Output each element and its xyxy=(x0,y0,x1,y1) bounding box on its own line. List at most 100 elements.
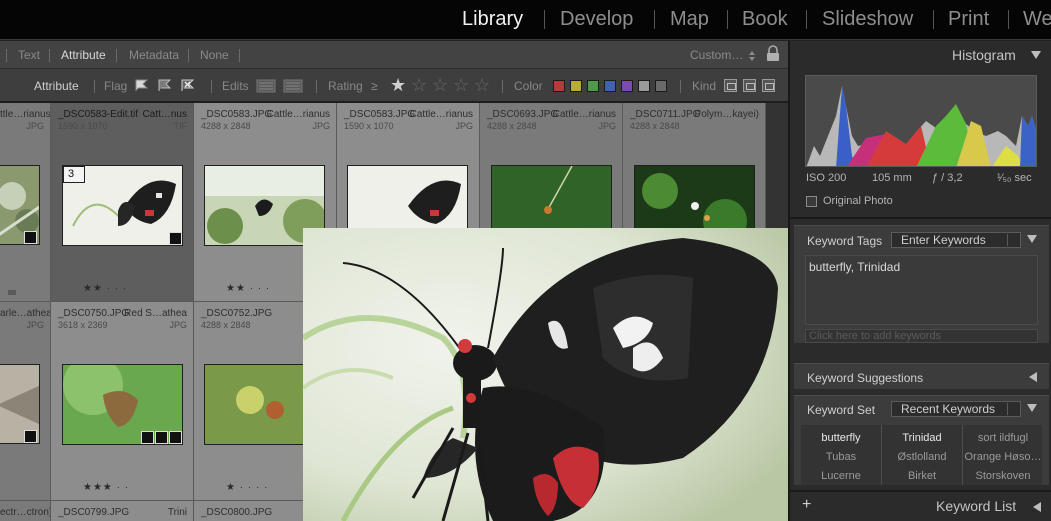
photo-thumbnail[interactable] xyxy=(0,364,40,444)
panel-expand-icon[interactable] xyxy=(1029,372,1037,382)
keyword-set-item[interactable]: sort ildfugl xyxy=(963,432,1043,444)
keyword-set-item[interactable]: Trinidad xyxy=(882,432,962,444)
module-map[interactable]: Map xyxy=(670,8,709,31)
keyword-badge-icon[interactable] xyxy=(141,431,154,444)
develop-badge-icon[interactable] xyxy=(169,431,182,444)
keyword-tags-title[interactable]: Keyword Tags xyxy=(807,234,882,248)
file-name: arle…athea xyxy=(0,308,51,319)
color-swatch-blue[interactable] xyxy=(604,80,616,92)
histogram[interactable] xyxy=(805,75,1037,167)
rating-operator[interactable]: ≥ xyxy=(371,79,378,93)
grid-cell[interactable]: ectr…ctron) xyxy=(0,501,51,521)
histogram-title[interactable]: Histogram xyxy=(952,47,1016,63)
grid-cell[interactable]: arle…athea JPG xyxy=(0,302,51,501)
keyword-set-item[interactable]: Birket xyxy=(882,470,962,482)
module-separator xyxy=(933,10,934,29)
color-swatch-green[interactable] xyxy=(587,80,599,92)
file-name: _DSC0583.JPG xyxy=(344,109,416,120)
keyword-badge-icon[interactable] xyxy=(24,231,37,244)
file-extension: JPG xyxy=(169,320,187,330)
keyword-set-dropdown[interactable]: Recent Keywords xyxy=(891,401,1021,417)
keyword-suggestions-title[interactable]: Keyword Suggestions xyxy=(807,371,923,385)
keyword-set-title[interactable]: Keyword Set xyxy=(807,403,875,417)
keyword-entry-mode-dropdown[interactable]: Enter Keywords xyxy=(891,232,1021,248)
file-name: _DSC0800.JPG xyxy=(201,507,273,518)
file-caption: Cattle…rianus xyxy=(552,109,616,120)
grid-cell[interactable]: _DSC0750.JPG Red S…athea 3618 x 2369 JPG… xyxy=(51,302,194,501)
keyword-badge-icon[interactable] xyxy=(24,430,37,443)
file-caption: Cattle…rianus xyxy=(409,109,473,120)
color-swatch-yellow[interactable] xyxy=(570,80,582,92)
color-swatch-none[interactable] xyxy=(655,80,667,92)
rating-stars[interactable]: ★★★ · · xyxy=(83,482,129,493)
keyword-set-item[interactable]: Lucerne xyxy=(801,470,881,482)
module-web[interactable]: We xyxy=(1023,8,1051,31)
add-keyword-icon[interactable]: + xyxy=(802,496,811,514)
divider xyxy=(94,80,95,93)
crop-badge-icon[interactable] xyxy=(155,431,168,444)
keyword-set-item[interactable]: Østlolland xyxy=(882,451,962,463)
module-separator xyxy=(1008,10,1009,29)
module-slideshow[interactable]: Slideshow xyxy=(822,8,913,31)
panel-expand-icon[interactable] xyxy=(1033,502,1041,512)
photo-thumbnail[interactable] xyxy=(0,165,40,245)
photo-thumbnail[interactable] xyxy=(62,364,183,445)
color-swatch-purple[interactable] xyxy=(621,80,633,92)
grid-cell[interactable]: _DSC0799.JPG Trini xyxy=(51,501,194,521)
file-extension: TIF xyxy=(173,121,188,131)
thumbnail-handle xyxy=(8,290,16,295)
keyword-set-item[interactable]: Storskoven xyxy=(963,470,1043,482)
unedited-icon[interactable] xyxy=(283,79,303,93)
filter-preset-dropdown[interactable]: Custom… xyxy=(690,48,743,62)
keyword-set-item[interactable]: Tubas xyxy=(801,451,881,463)
module-print[interactable]: Print xyxy=(948,8,989,31)
module-separator xyxy=(806,10,807,29)
file-name: _DSC0693.JPG xyxy=(487,109,559,120)
rating-stars[interactable]: ★ · · · · xyxy=(226,482,268,493)
add-keyword-input[interactable]: Click here to add keywords xyxy=(805,329,1038,343)
rating-stars[interactable]: ★★ · · · xyxy=(83,283,127,294)
file-dimensions: 1590 x 1070 xyxy=(344,121,394,131)
flag-picked-icon[interactable] xyxy=(134,76,151,93)
kind-virtual-copy-icon[interactable] xyxy=(743,79,756,92)
star-icon[interactable]: ☆ xyxy=(432,76,448,94)
flag-unflagged-icon[interactable] xyxy=(157,76,174,93)
keyword-set-item[interactable]: butterfly xyxy=(801,432,881,444)
filter-tab-none[interactable]: None xyxy=(200,48,229,62)
file-dimensions: 4288 x 2848 xyxy=(201,320,251,330)
panel-collapse-icon[interactable] xyxy=(1031,51,1041,59)
filter-tab-attribute[interactable]: Attribute xyxy=(61,48,106,62)
filter-tab-text[interactable]: Text xyxy=(18,48,40,62)
star-icon[interactable]: ☆ xyxy=(474,76,490,94)
keyword-list-title[interactable]: Keyword List xyxy=(936,498,1016,514)
file-extension: JPG xyxy=(455,121,473,131)
divider xyxy=(316,80,317,93)
kind-video-icon[interactable] xyxy=(762,79,775,92)
color-swatch-other[interactable] xyxy=(638,80,650,92)
edited-icon[interactable] xyxy=(256,79,276,93)
kind-master-icon[interactable] xyxy=(724,79,737,92)
panel-collapse-icon[interactable] xyxy=(1027,404,1037,412)
module-library[interactable]: Library xyxy=(462,8,523,31)
keyword-tags-panel: Keyword Tags Enter Keywords butterfly, T… xyxy=(794,225,1049,343)
original-photo-checkbox[interactable] xyxy=(806,196,817,207)
filter-tab-metadata[interactable]: Metadata xyxy=(129,48,179,62)
focal-length-readout: 105 mm xyxy=(872,172,912,184)
lock-icon[interactable] xyxy=(766,45,780,62)
flag-rejected-icon[interactable] xyxy=(180,76,197,93)
grid-cell-selected[interactable]: _DSC0583-Edit.tif Catt…nus 1590 x 1070 T… xyxy=(51,103,194,302)
module-develop[interactable]: Develop xyxy=(560,8,633,31)
star-icon[interactable]: ★ xyxy=(390,76,406,94)
rating-stars[interactable]: ★★ · · · xyxy=(226,283,270,294)
keyword-tags-textarea[interactable]: butterfly, Trinidad xyxy=(805,255,1038,325)
grid-cell[interactable]: ttle…rianus JPG xyxy=(0,103,51,302)
panel-collapse-icon[interactable] xyxy=(1027,235,1037,243)
keyword-set-item[interactable]: Orange Høso… xyxy=(963,451,1043,463)
color-swatch-red[interactable] xyxy=(553,80,565,92)
star-icon[interactable]: ☆ xyxy=(453,76,469,94)
file-caption: Trini xyxy=(167,507,187,518)
star-icon[interactable]: ☆ xyxy=(411,76,427,94)
keyword-badge-icon[interactable] xyxy=(169,232,182,245)
file-caption: Polym…kayei) xyxy=(694,109,759,120)
module-book[interactable]: Book xyxy=(742,8,788,31)
